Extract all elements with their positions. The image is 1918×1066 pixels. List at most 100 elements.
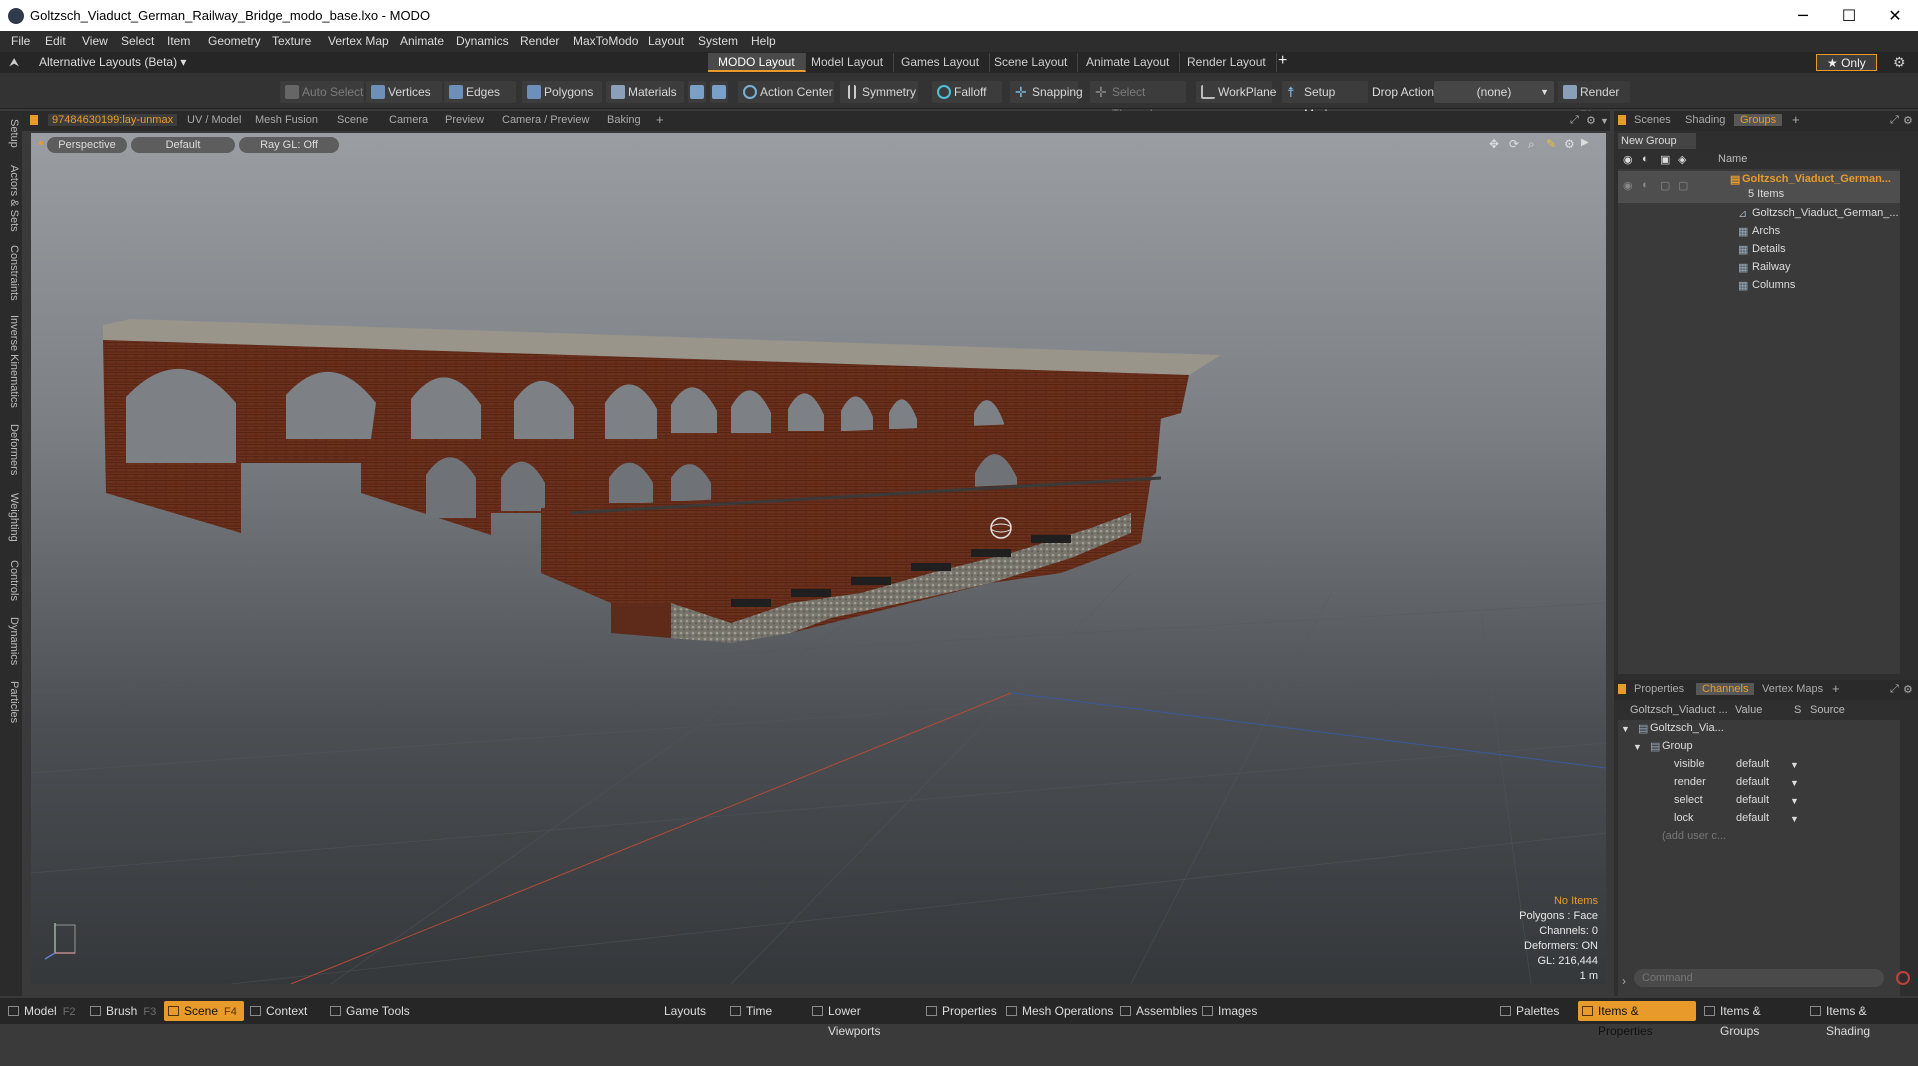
viewport-gear-icon[interactable]: ⚙ [1586,114,1596,127]
viewport-menu-chevron-icon[interactable]: ▼ [1600,116,1609,126]
falloff-button[interactable]: Falloff [932,81,1002,103]
tab-shading[interactable]: Shading [1685,114,1725,126]
tab-camera-preview[interactable]: Camera / Preview [502,114,589,126]
add-tab-button[interactable]: + [1832,681,1840,696]
viewport-settings-icon[interactable]: ⚙ [1564,137,1575,151]
items-groups-button[interactable]: Items & Groups [1700,1001,1802,1038]
command-expand-icon[interactable]: › [1622,974,1626,988]
lock-toggle-icon[interactable]: ▢ [1660,179,1670,192]
collapse-icon[interactable]: ⮝ [9,55,19,70]
expand-arrow-icon[interactable]: ▼ [1621,724,1630,734]
polygons-button[interactable]: Polygons [522,81,602,103]
menu-edit[interactable]: Edit [45,34,66,48]
vtab-actors-sets[interactable]: Actors & Sets [2,163,20,233]
vtab-inverse-kinematics[interactable]: Inverse Kinematics [2,311,20,411]
menu-layout[interactable]: Layout [648,34,684,48]
menu-render[interactable]: Render [520,34,559,48]
tab-mesh-fusion[interactable]: Mesh Fusion [255,114,318,126]
add-layout-button[interactable]: + [1278,52,1287,70]
snapping-button[interactable]: ✛ Snapping [1010,81,1083,103]
vtab-deformers[interactable]: Deformers [2,423,20,477]
tab-scenes[interactable]: Scenes [1634,114,1671,126]
assemblies-button[interactable]: Assemblies [1116,1001,1198,1021]
menu-geometry[interactable]: Geometry [208,34,261,48]
items-shading-button[interactable]: Items & Shading [1806,1001,1914,1038]
minimize-button[interactable]: ─ [1780,0,1826,31]
symmetry-button[interactable]: Symmetry [840,81,918,103]
panel-gear-icon[interactable]: ⚙ [1903,114,1913,127]
menu-system[interactable]: System [698,34,738,48]
maximize-panel-icon[interactable]: ⤢ [1890,683,1899,696]
tab-animate-layout[interactable]: Animate Layout [1076,53,1181,72]
time-button[interactable]: Time [726,1001,802,1021]
shading-default-dropdown[interactable]: Default [131,137,235,153]
context-button[interactable]: Context [246,1001,322,1021]
maximize-button[interactable]: ☐ [1826,0,1872,31]
visibility-toggle-icon[interactable]: ◉ [1623,179,1633,192]
materials-button[interactable]: Materials [606,81,684,103]
menu-select[interactable]: Select [121,34,154,48]
zoom-icon[interactable]: ⌕ [1528,137,1535,152]
tab-active-viewport[interactable]: 97484630199:lay-unmax [48,114,178,126]
select-toggle-icon[interactable]: ▢ [1678,179,1688,192]
list-item[interactable]: ▦ Archs [1618,223,1900,241]
workplane-button[interactable]: WorkPlane [1196,81,1276,103]
menu-vertex-map[interactable]: Vertex Map [328,34,389,48]
tab-channels[interactable]: Channels [1696,683,1755,695]
perspective-dropdown[interactable]: Perspective [47,137,127,153]
record-icon[interactable] [1896,971,1910,985]
rotate-icon[interactable]: ⟳ [1509,137,1519,151]
menu-view[interactable]: View [82,34,108,48]
command-input[interactable] [1634,969,1884,987]
gear-icon[interactable]: ⚙ [1893,54,1906,71]
chevron-down-icon[interactable]: ▼ [1790,760,1799,770]
alternative-layouts-dropdown[interactable]: Alternative Layouts (Beta) ▾ [39,55,186,69]
properties-button[interactable]: Properties [922,1001,1002,1021]
channel-row-lock[interactable]: lock default ▼ [1618,810,1900,828]
vtab-constraints[interactable]: Constraints [2,245,20,301]
expand-arrow-icon[interactable]: ▼ [1633,742,1642,752]
menu-help[interactable]: Help [751,34,776,48]
scene-mode-button[interactable]: Scene F4 [164,1001,244,1021]
list-item[interactable]: ▦ Details [1618,241,1900,259]
menu-dynamics[interactable]: Dynamics [456,34,509,48]
add-viewport-tab-button[interactable]: + [656,112,664,127]
menu-file[interactable]: File [11,34,30,48]
tab-scene-layout[interactable]: Scene Layout [984,53,1079,72]
palettes-button[interactable]: Palettes [1496,1001,1572,1021]
tab-camera[interactable]: Camera [389,114,428,126]
pan-icon[interactable]: ✥ [1489,137,1499,151]
add-tab-button[interactable]: + [1792,112,1800,127]
items-properties-button[interactable]: Items & Properties [1578,1001,1696,1038]
channel-item-row[interactable]: ▼ ▤ Goltzsch_Via... [1618,720,1900,738]
menu-animate[interactable]: Animate [400,34,444,48]
vtab-weighting[interactable]: Weighting [2,489,20,545]
layouts-button[interactable]: Layouts [644,1001,714,1021]
tab-groups[interactable]: Groups [1734,114,1783,126]
add-user-channel-row[interactable]: (add user c... [1618,828,1900,846]
only-toggle[interactable]: ★ Only [1816,54,1877,71]
render-button[interactable]: Render F9 [1558,81,1630,121]
channel-row-visible[interactable]: visible default ▼ [1618,756,1900,774]
3d-viewport[interactable]: Perspective Default Ray GL: Off ✥ ⟳ ⌕ ✎ … [31,133,1606,984]
expand-right-icon[interactable]: ▶ [1581,137,1589,148]
tab-scene[interactable]: Scene [337,114,368,126]
game-tools-button[interactable]: Game Tools [326,1001,426,1021]
menu-texture[interactable]: Texture [272,34,311,48]
tab-render-layout[interactable]: Render Layout [1177,53,1277,72]
tab-modo-layout[interactable]: MODO Layout [708,53,806,72]
channel-group-row[interactable]: ▼ ▤ Group [1618,738,1900,756]
vtab-particles[interactable]: Particles [2,677,20,727]
brush-mode-button[interactable]: Brush F3 [86,1001,164,1021]
auto-select-button[interactable]: Auto Select [280,81,364,103]
tab-properties[interactable]: Properties [1634,683,1684,695]
mode-toggle-2[interactable] [710,81,728,103]
setup-mode-button[interactable]: ☨Setup Mode [1282,81,1368,121]
close-button[interactable]: ✕ [1872,0,1918,31]
channel-row-select[interactable]: select default ▼ [1618,792,1900,810]
new-group-button[interactable]: New Group [1618,133,1696,149]
list-item[interactable]: ▦ Columns [1618,277,1900,295]
chevron-down-icon[interactable]: ▼ [1790,814,1799,824]
group-row-selected[interactable]: ◉ ◐ ▢ ▢ ▤ Goltzsch_Viaduct_German... 5 I… [1618,171,1900,203]
tab-model-layout[interactable]: Model Layout [801,53,895,72]
